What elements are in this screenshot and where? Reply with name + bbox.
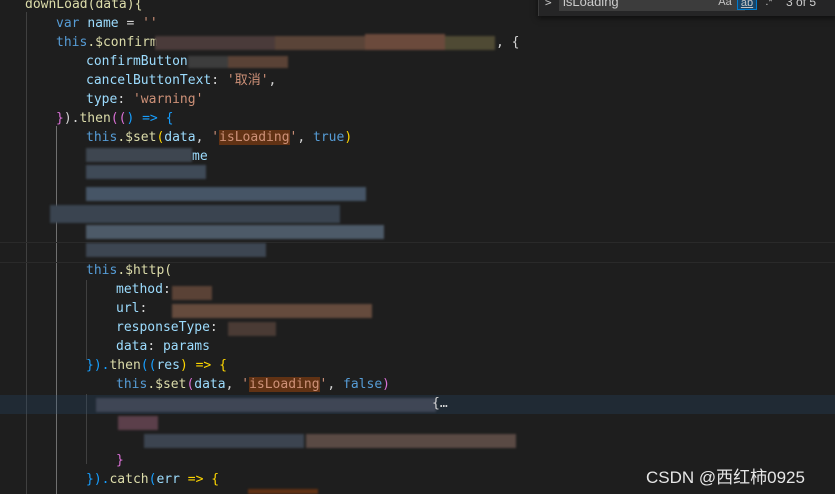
code-line[interactable]: var name = '' (56, 14, 158, 33)
code-line[interactable]: type: 'warning' (86, 90, 203, 109)
keyword-var: var (56, 16, 80, 31)
variable-name: name (87, 16, 119, 31)
bracket: } (56, 111, 64, 126)
code-line[interactable]: {… (432, 394, 448, 413)
keyword-this: this (86, 263, 118, 278)
string-literal: '' (142, 16, 158, 31)
method-confirm: .$confirm (87, 35, 158, 50)
bracket: ) (344, 130, 353, 145)
bracket: } (116, 453, 124, 468)
keyword-this: this (116, 377, 148, 392)
csdn-watermark: CSDN @西红柿0925 (646, 468, 805, 487)
find-match-highlight: isLoading (219, 130, 290, 145)
comma: , (327, 377, 344, 392)
comma: , (268, 73, 277, 88)
code-line[interactable]: me (192, 147, 208, 166)
property-name: cancelButtonText (86, 73, 212, 88)
parameter-err: err (156, 472, 180, 487)
regex-toggle[interactable]: .* (761, 0, 777, 10)
argument: data (164, 130, 196, 145)
colon: : (117, 92, 133, 107)
code-line[interactable]: }).catch(err => { (86, 470, 219, 489)
operator: = (118, 16, 143, 31)
quote: ' (211, 130, 220, 145)
obfuscated-region (86, 146, 192, 164)
code-line[interactable]: confirmButton (86, 52, 188, 71)
code-line[interactable]: this.$confirm (56, 33, 158, 52)
folded-region[interactable]: {… (432, 396, 448, 411)
boolean-true: true (313, 130, 345, 145)
obfuscated-region (248, 489, 318, 494)
code-line[interactable]: } (116, 451, 124, 470)
colon: : (147, 339, 163, 354)
bracket: (( (140, 358, 157, 373)
property-name: url (116, 301, 140, 316)
bracket: (( (110, 111, 127, 126)
property-name: responseType (116, 320, 210, 335)
argument: data (194, 377, 226, 392)
comma: , (225, 377, 242, 392)
obfuscated-region (155, 34, 495, 52)
find-match-highlight: isLoading (249, 377, 320, 392)
arrow-function: ) => { (126, 111, 174, 126)
method-then: then (79, 111, 111, 126)
comma: , (297, 130, 314, 145)
arrow-function: ) => { (179, 358, 227, 373)
method-set: .$set (117, 130, 157, 145)
property-name: method (116, 282, 163, 297)
bracket: ) (382, 377, 390, 392)
find-widget: > isLoading Aa ab .* 3 of 5 (538, 0, 835, 16)
method-then: then (109, 358, 141, 373)
code-editor[interactable]: downLoad(data){ var name = '' this.$conf… (0, 0, 835, 494)
code-line-tail: , { (496, 33, 519, 52)
string-literal: '取消' (226, 73, 269, 88)
bracket: }). (86, 472, 110, 487)
code-line[interactable]: this.$http( (86, 261, 172, 280)
match-count: 3 of 5 (786, 0, 817, 9)
function-name: downLoad(data){ (25, 0, 143, 12)
match-case-toggle[interactable]: Aa (717, 0, 733, 10)
string-literal: 'warning' (132, 92, 204, 107)
indent-guide (86, 280, 87, 360)
colon: : (211, 73, 227, 88)
code-line[interactable]: method: (116, 280, 171, 299)
colon: : (209, 320, 218, 335)
code-line[interactable]: downLoad(data){ (25, 0, 142, 14)
code-line[interactable]: data: params (116, 337, 210, 356)
punctuation: , { (496, 35, 520, 50)
quote: ' (241, 377, 250, 392)
property-name: confirmButton (86, 54, 188, 69)
toggle-replace-chevron-icon[interactable]: > (545, 0, 552, 9)
code-line[interactable]: }).then((res) => { (86, 356, 227, 375)
comma: , (195, 130, 212, 145)
code-line[interactable]: this.$set(data, 'isLoading', false) (116, 375, 390, 394)
method-http: .$http( (117, 263, 173, 278)
punctuation: ). (63, 111, 80, 126)
obfuscated-region (188, 54, 288, 70)
code-line[interactable]: }).then(() => { (56, 109, 173, 128)
code-line[interactable]: url: (116, 299, 147, 318)
whole-word-toggle[interactable]: ab (737, 0, 757, 10)
bracket: }). (86, 358, 110, 373)
code-line[interactable]: responseType: (116, 318, 218, 337)
obfuscated-region (96, 396, 516, 456)
arrow-function: => { (179, 472, 220, 487)
boolean-false: false (343, 377, 383, 392)
code-line[interactable]: this.$set(data, 'isLoading', true) (86, 128, 352, 147)
keyword-this: this (56, 35, 88, 50)
keyword-this: this (86, 130, 118, 145)
method-catch: catch (109, 472, 149, 487)
code-line[interactable]: cancelButtonText: '取消', (86, 71, 276, 90)
code-fragment: me (192, 149, 208, 164)
property-name: type (86, 92, 118, 107)
obfuscated-region (50, 165, 384, 265)
parameter-res: res (156, 358, 180, 373)
variable-params: params (162, 339, 210, 354)
method-set: .$set (147, 377, 187, 392)
property-name: data (116, 339, 148, 354)
colon: : (139, 301, 148, 316)
colon: : (162, 282, 171, 297)
